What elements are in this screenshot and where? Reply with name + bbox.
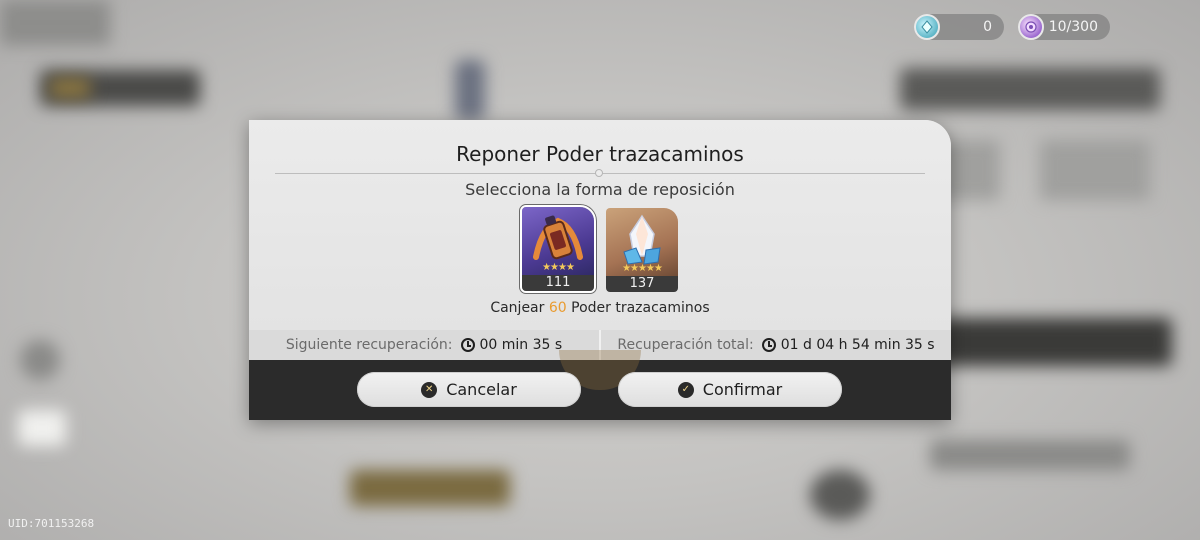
clock-icon — [761, 338, 776, 352]
confirm-button-label: Confirmar — [702, 380, 783, 399]
redeem-prefix: Canjear — [490, 300, 545, 316]
trailblaze-power-counter[interactable]: 10/300 — [1018, 14, 1110, 40]
dialog-title: Reponer Poder trazacaminos — [456, 142, 744, 166]
trailblaze-power-value: 10/300 — [1048, 19, 1098, 35]
crystal-currency-counter[interactable]: 0 — [914, 14, 1004, 40]
crystal-currency-icon — [914, 14, 940, 40]
rarity-stars: ★★★★★ — [622, 263, 663, 274]
crystal-currency-value: 0 — [983, 19, 992, 35]
trailblaze-power-icon — [1018, 14, 1044, 40]
total-recovery: Recuperación total: 01 d 04 h 54 min 35 … — [599, 330, 951, 360]
replenish-option-fuel[interactable]: ★★★★ 111 — [520, 205, 596, 293]
close-icon: ✕ — [421, 381, 438, 398]
replenish-dialog: Reponer Poder trazacaminos Selecciona la… — [249, 120, 951, 420]
next-recovery: Siguiente recuperación: 00 min 35 s — [249, 330, 599, 360]
redeem-suffix: Poder trazacaminos — [571, 300, 710, 316]
dialog-button-bar: ✕ Cancelar ✓ Confirmar — [249, 350, 951, 420]
cancel-button-label: Cancelar — [446, 380, 517, 399]
next-recovery-label: Siguiente recuperación: — [285, 337, 453, 353]
next-recovery-time: 00 min 35 s — [479, 337, 563, 353]
dialog-body: Reponer Poder trazacaminos Selecciona la… — [249, 120, 951, 330]
redeem-text: Canjear 60 Poder trazacaminos — [249, 300, 951, 316]
divider-ornament — [595, 169, 603, 177]
confirm-button[interactable]: ✓ Confirmar — [618, 372, 842, 407]
clock-icon — [460, 338, 475, 352]
item-count: 111 — [522, 275, 594, 291]
redeem-amount: 60 — [548, 300, 567, 316]
uid-label: UID:701153268 — [8, 517, 95, 530]
dialog-subtitle: Selecciona la forma de reposición — [465, 180, 735, 199]
cancel-button[interactable]: ✕ Cancelar — [357, 372, 581, 407]
rarity-stars: ★★★★ — [542, 262, 575, 273]
item-count: 137 — [606, 276, 678, 292]
check-icon: ✓ — [677, 381, 694, 398]
replenish-option-stellar-jade[interactable]: ★★★★★ 137 — [606, 208, 678, 292]
total-recovery-time: 01 d 04 h 54 min 35 s — [780, 337, 935, 353]
